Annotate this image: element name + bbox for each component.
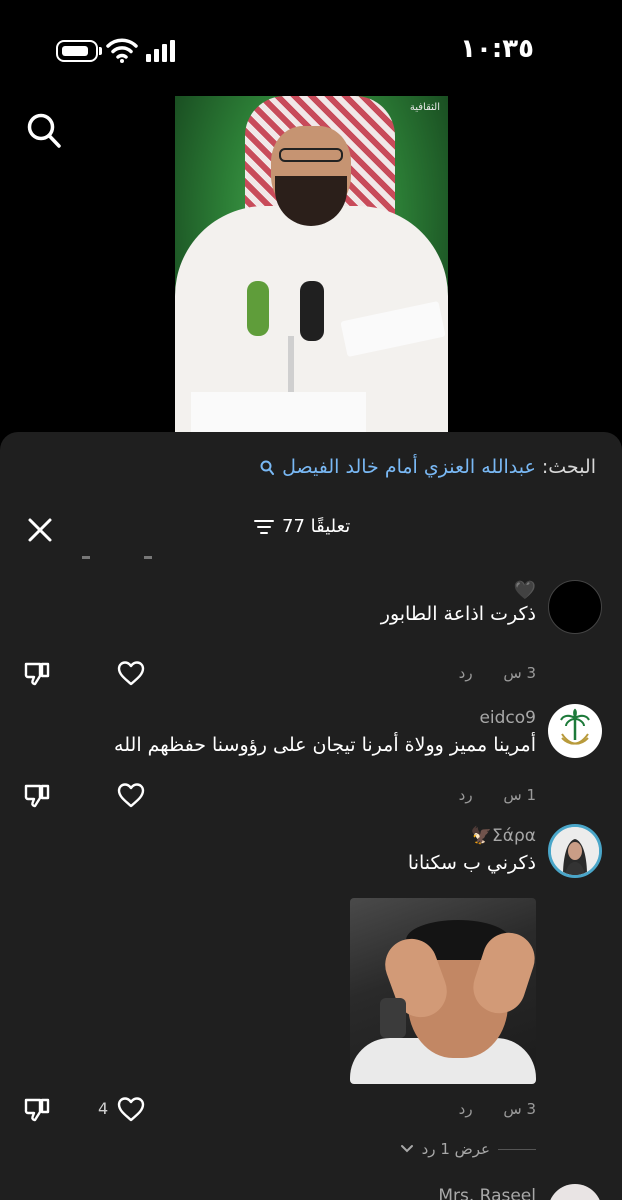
battery-icon	[56, 40, 98, 62]
search-suggestion-query[interactable]: عبدالله العنزي أمام خالد الفيصل	[282, 456, 536, 478]
comments-count-sort[interactable]: 77 تعليقًا	[254, 516, 350, 537]
comment-body: 🖤 ذكرت اذاعة الطابور	[381, 580, 536, 625]
dislike-icon[interactable]	[22, 658, 52, 688]
comments-sheet: البحث: عبدالله العنزي أمام خالد الفيصل 7…	[0, 432, 622, 1200]
view-replies-button[interactable]: عرض 1 رد	[400, 1140, 536, 1158]
avatar[interactable]	[548, 704, 602, 758]
comment-text: ذكرني ب سكنانا	[407, 852, 536, 874]
search-suggestion-label: البحث:	[541, 456, 596, 478]
comment-heart: 🖤	[513, 580, 536, 601]
like-count: 4	[98, 1099, 109, 1118]
search-icon	[260, 460, 275, 475]
status-bar: ١٠:٣٥	[0, 0, 622, 96]
comment-time: 3 س	[503, 1100, 536, 1118]
close-icon[interactable]	[24, 514, 56, 546]
heart-icon[interactable]	[116, 658, 146, 688]
comment-meta: 1 س رد	[459, 786, 536, 804]
divider	[498, 1148, 536, 1150]
view-replies-label: عرض 1 رد	[421, 1140, 490, 1158]
comment-username[interactable]: eidco9	[114, 708, 536, 728]
comment-text: أمرينا مميز وولاة أمرنا تيجان على رؤوسنا…	[114, 734, 536, 756]
wifi-icon	[106, 38, 138, 63]
status-time: ١٠:٣٥	[460, 34, 534, 64]
avatar[interactable]	[548, 1184, 602, 1200]
comment-text: ذكرت اذاعة الطابور	[380, 603, 536, 625]
comment-username[interactable]: Mrs. Raseel	[438, 1186, 536, 1200]
search-icon[interactable]	[26, 112, 62, 150]
avatar-portrait	[551, 827, 599, 875]
dislike-icon[interactable]	[22, 1094, 52, 1124]
video-podium	[191, 392, 366, 436]
reply-button[interactable]: رد	[459, 664, 473, 682]
heart-icon[interactable]	[116, 780, 146, 810]
reply-button[interactable]: رد	[459, 786, 473, 804]
comment-username[interactable]: Σάρα🦅	[408, 826, 536, 846]
cellular-signal-icon	[146, 40, 175, 62]
sort-icon	[254, 519, 274, 535]
search-suggestion[interactable]: البحث: عبدالله العنزي أمام خالد الفيصل	[260, 456, 596, 478]
avatar[interactable]	[548, 580, 602, 634]
reply-button[interactable]: رد	[459, 1100, 473, 1118]
video-figure-glasses	[279, 148, 343, 162]
video-watermark: الثقافية	[409, 102, 440, 113]
heart-icon[interactable]	[116, 1094, 146, 1124]
video-microphone	[300, 281, 324, 341]
comment-image[interactable]	[350, 898, 536, 1084]
comments-count: 77 تعليقًا	[282, 516, 351, 537]
dislike-icon[interactable]	[22, 780, 52, 810]
palm-swords-emblem-icon	[560, 708, 590, 745]
scroll-fade	[0, 550, 622, 568]
comment-meta: 3 س رد	[459, 1100, 536, 1118]
comment-body: eidco9 أمرينا مميز وولاة أمرنا تيجان على…	[114, 708, 536, 756]
video-microphone	[247, 281, 269, 336]
comment-time: 3 س	[503, 664, 536, 682]
battery-tip	[99, 47, 102, 55]
comment-body: Σάρα🦅 ذكرني ب سكنانا	[408, 826, 536, 874]
comment-meta: 3 س رد	[459, 664, 536, 682]
avatar[interactable]	[548, 824, 602, 878]
comment-time: 1 س	[503, 786, 536, 804]
video-player[interactable]: الثقافية	[175, 96, 448, 436]
chevron-down-icon	[400, 1145, 413, 1153]
